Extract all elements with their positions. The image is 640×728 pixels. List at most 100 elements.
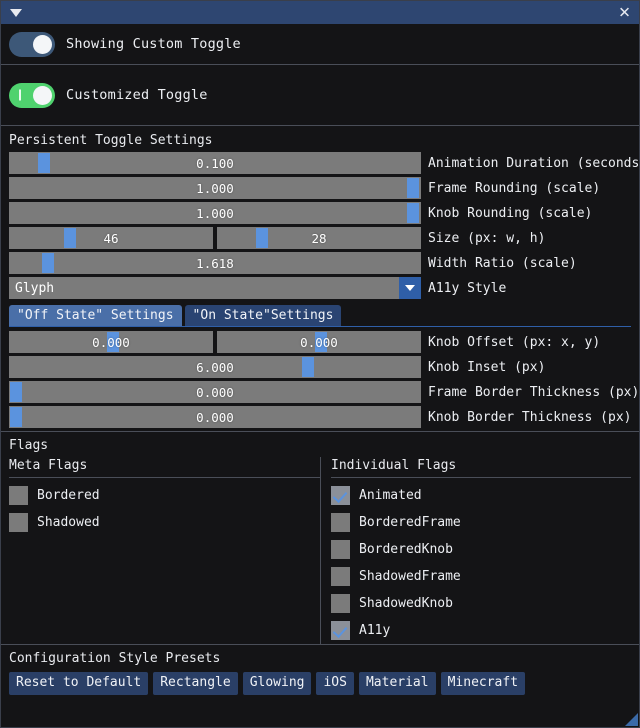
slider-value: 0.000 [92, 334, 130, 350]
chevron-down-icon[interactable] [399, 277, 421, 299]
slider-group: 0.000 [9, 381, 421, 403]
meta-flags-column: Meta Flags Bordered Shadowed [9, 457, 320, 644]
checkbox-a11y[interactable] [331, 621, 350, 640]
checkbox-animated[interactable] [331, 486, 350, 505]
frame-rounding-slider[interactable]: 1.000 [9, 177, 421, 199]
slider-label: Knob Inset (px) [428, 359, 546, 375]
slider-grab[interactable] [406, 203, 419, 223]
showing-custom-toggle-label: Showing Custom Toggle [66, 36, 241, 52]
slider-grab[interactable] [64, 228, 77, 248]
checkbox-shadowed[interactable] [9, 513, 28, 532]
checkbox-row-shadowed[interactable]: Shadowed [9, 509, 320, 536]
slider-group: 1.000 [9, 202, 421, 224]
persistent-settings-section: Persistent Toggle Settings 0.100 Animati… [1, 126, 639, 428]
slider-row-animation-duration: 0.100 Animation Duration (seconds) [9, 152, 639, 174]
customized-toggle-row: Customized Toggle [9, 65, 631, 125]
combo-label: A11y Style [428, 280, 507, 296]
slider-grab[interactable] [37, 153, 50, 173]
frame-border-thickness-slider[interactable]: 0.000 [9, 381, 421, 403]
checkbox-borderedknob[interactable] [331, 540, 350, 559]
checkbox-label: Bordered [37, 488, 100, 503]
close-icon[interactable]: ✕ [617, 5, 632, 20]
checkbox-label: BorderedKnob [359, 542, 453, 557]
resize-grip[interactable] [625, 713, 638, 726]
checkbox-row-animated[interactable]: Animated [331, 482, 631, 509]
slider-group: 6.000 [9, 356, 421, 378]
a11y-style-combo[interactable]: Glyph [9, 277, 421, 299]
checkbox-row-shadowedknob[interactable]: ShadowedKnob [331, 590, 631, 617]
checkbox-row-borderedframe[interactable]: BorderedFrame [331, 509, 631, 536]
glowing-preset-button[interactable]: Glowing [242, 672, 312, 695]
knob-offset-x-slider[interactable]: 0.000 [9, 331, 213, 353]
slider-value: 28 [311, 230, 327, 246]
combo-row-a11y-style: Glyph A11y Style [9, 277, 631, 299]
checkbox-row-borderedknob[interactable]: BorderedKnob [331, 536, 631, 563]
presets-button-row: Reset to Default Rectangle Glowing iOS M… [9, 672, 631, 695]
size-width-slider[interactable]: 46 [9, 227, 213, 249]
slider-value: 0.000 [196, 409, 234, 425]
checkbox-shadowedframe[interactable] [331, 567, 350, 586]
material-preset-button[interactable]: Material [358, 672, 436, 695]
checkbox-row-a11y[interactable]: A11y [331, 617, 631, 644]
checkbox-shadowedknob[interactable] [331, 594, 350, 613]
slider-grab[interactable] [301, 357, 314, 377]
slider-value: 1.618 [196, 255, 234, 271]
slider-row-knob-rounding: 1.000 Knob Rounding (scale) [9, 202, 631, 224]
checkbox-label: ShadowedFrame [359, 569, 461, 584]
checkbox-label: Animated [359, 488, 422, 503]
separator [1, 431, 639, 432]
separator [1, 644, 639, 645]
ios-preset-button[interactable]: iOS [316, 672, 354, 695]
tab-off-state-settings[interactable]: "Off State" Settings [9, 305, 182, 326]
knob-inset-slider[interactable]: 6.000 [9, 356, 421, 378]
checkbox-label: A11y [359, 623, 391, 638]
minecraft-preset-button[interactable]: Minecraft [440, 672, 526, 695]
slider-label: Knob Rounding (scale) [428, 205, 593, 221]
presets-section: Configuration Style Presets Reset to Def… [1, 647, 639, 695]
toggle-knob [33, 34, 52, 54]
showing-custom-toggle[interactable] [9, 31, 55, 57]
width-ratio-slider[interactable]: 1.618 [9, 252, 421, 274]
separator [9, 477, 320, 478]
slider-grab[interactable] [41, 253, 54, 273]
slider-grab[interactable] [10, 382, 23, 402]
slider-group: 0.100 [9, 152, 421, 174]
triangle-down-icon[interactable] [10, 8, 22, 17]
animation-duration-slider[interactable]: 0.100 [9, 152, 421, 174]
slider-grab[interactable] [255, 228, 268, 248]
checkbox-label: Shadowed [37, 515, 100, 530]
showing-custom-toggle-row: Showing Custom Toggle [9, 24, 631, 64]
slider-row-size: 46 28 Size (px: w, h) [9, 227, 631, 249]
reset-to-default-button[interactable]: Reset to Default [9, 672, 149, 695]
toggle-settings-window: ✕ Showing Custom Toggle Customized Toggl… [0, 0, 640, 728]
slider-group: 46 28 [9, 227, 421, 249]
a11y-style-value: Glyph [15, 280, 55, 296]
knob-border-thickness-slider[interactable]: 0.000 [9, 406, 421, 428]
slider-label: Width Ratio (scale) [428, 255, 577, 271]
customized-toggle-area: Customized Toggle [1, 65, 639, 125]
meta-flags-header: Meta Flags [9, 458, 88, 473]
checkbox-row-bordered[interactable]: Bordered [9, 482, 320, 509]
size-height-slider[interactable]: 28 [217, 227, 421, 249]
slider-grab[interactable] [10, 407, 23, 427]
flags-section: Flags Meta Flags Bordered Shadowed Indiv… [1, 434, 639, 644]
slider-group: 1.618 [9, 252, 421, 274]
knob-rounding-slider[interactable]: 1.000 [9, 202, 421, 224]
checkbox-label: BorderedFrame [359, 515, 461, 530]
checkbox-row-shadowedframe[interactable]: ShadowedFrame [331, 563, 631, 590]
window-titlebar: ✕ [1, 1, 639, 24]
tab-on-state-settings[interactable]: "On State"Settings [184, 305, 342, 326]
persistent-settings-title: Persistent Toggle Settings [9, 133, 213, 148]
individual-flags-header: Individual Flags [331, 458, 457, 473]
slider-grab[interactable] [406, 178, 419, 198]
top-toggles-area: Showing Custom Toggle [1, 24, 639, 64]
knob-offset-y-slider[interactable]: 0.000 [217, 331, 421, 353]
checkbox-bordered[interactable] [9, 486, 28, 505]
rectangle-preset-button[interactable]: Rectangle [153, 672, 238, 695]
customized-toggle[interactable] [9, 82, 55, 108]
checkbox-borderedframe[interactable] [331, 513, 350, 532]
slider-value: 6.000 [196, 359, 234, 375]
slider-group: 0.000 0.000 [9, 331, 421, 353]
slider-label: Size (px: w, h) [428, 230, 546, 246]
slider-label: Knob Border Thickness (px) [428, 409, 632, 425]
